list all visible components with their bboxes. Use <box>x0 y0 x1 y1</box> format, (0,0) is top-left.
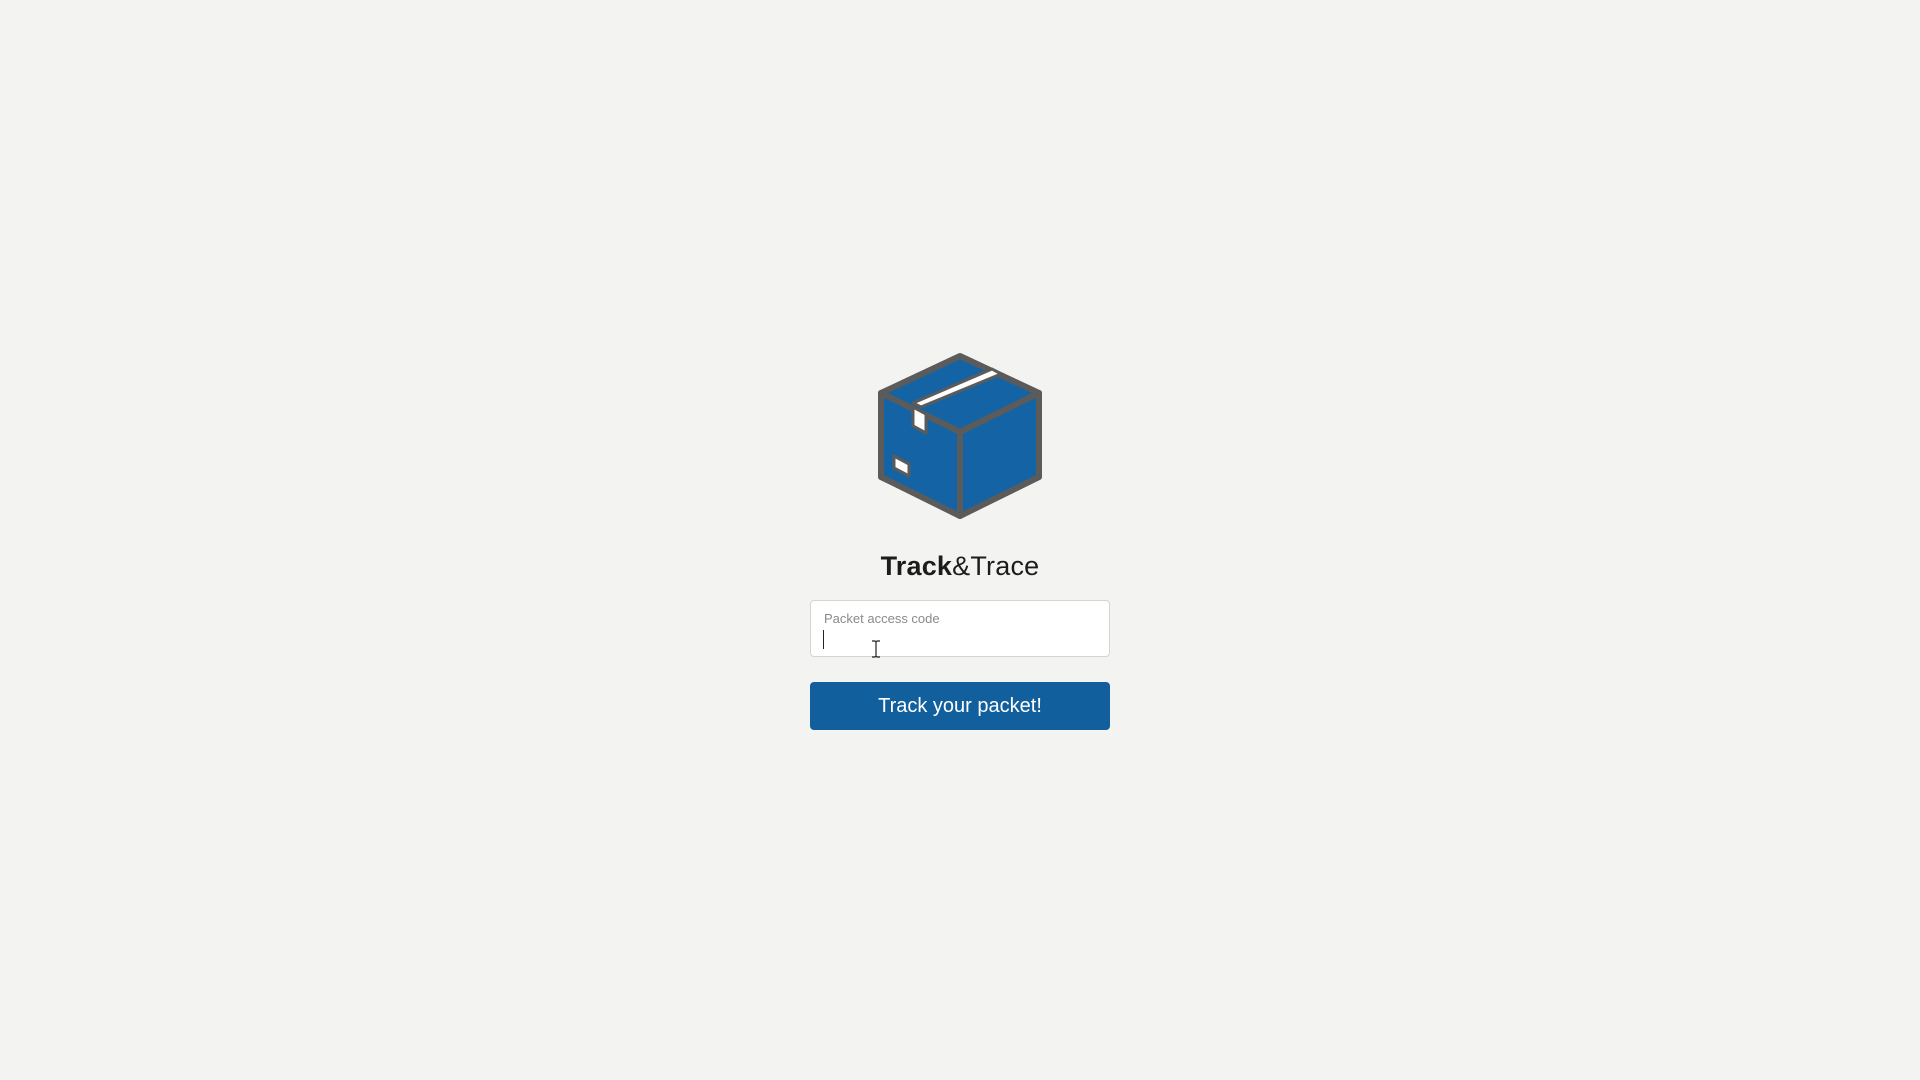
track-packet-button[interactable]: Track your packet! <box>810 682 1110 730</box>
text-caret <box>823 630 824 649</box>
access-code-input[interactable] <box>823 628 1093 650</box>
page: Track&Trace Packet access code Track you… <box>0 0 1920 1080</box>
brand-title-bold: Track <box>880 551 953 581</box>
access-code-field[interactable]: Packet access code <box>810 600 1110 657</box>
text-cursor-icon <box>872 640 880 658</box>
brand-title: Track&Trace <box>881 550 1040 582</box>
login-panel: Track&Trace Packet access code Track you… <box>810 352 1110 730</box>
brand-title-rest: &Trace <box>952 551 1040 581</box>
package-box-icon <box>878 353 1042 519</box>
access-code-label: Packet access code <box>824 611 940 626</box>
